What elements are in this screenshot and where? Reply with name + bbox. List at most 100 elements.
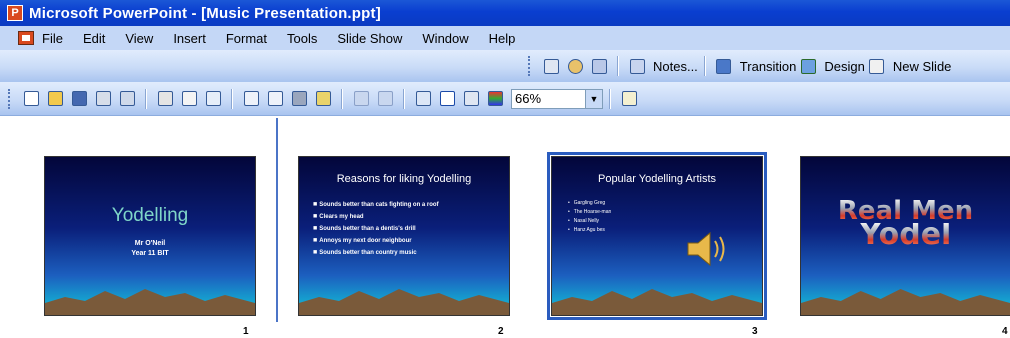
powerpoint-app-icon[interactable]: P: [7, 5, 23, 21]
toolbar-separator: [145, 88, 147, 109]
grid-icon: [463, 91, 479, 106]
title-bar: P Microsoft PowerPoint - [Music Presenta…: [0, 0, 1010, 26]
slide-2-bullet-3: Sounds better than a dentis's drill: [313, 223, 439, 235]
menu-slide-show[interactable]: Slide Show: [337, 31, 402, 46]
menu-view[interactable]: View: [125, 31, 153, 46]
menu-help[interactable]: Help: [489, 31, 516, 46]
hide-slide-icon: [543, 58, 559, 74]
toolbar-grip[interactable]: [528, 56, 533, 76]
transition-icon-wrap[interactable]: [714, 56, 734, 76]
mountains-graphic: [299, 289, 509, 315]
mountains-graphic: [45, 289, 255, 315]
expand-all-button[interactable]: [413, 89, 433, 109]
toolbar-separator: [617, 56, 619, 76]
new-slide-button[interactable]: New Slide: [893, 59, 952, 74]
copy-icon: [267, 91, 283, 106]
slide-2-bullet-4: Annoys my next door neighbour: [313, 235, 439, 247]
mountains-graphic: [552, 289, 762, 315]
permission-icon: [95, 91, 111, 106]
transition-icon: [716, 58, 732, 74]
new-button[interactable]: [21, 89, 41, 109]
design-button[interactable]: Design: [824, 59, 864, 74]
slide-thumbnail-1[interactable]: Yodelling Mr O'Neil Year 11 BIT: [44, 156, 256, 316]
slide-4-wordart-line-2: Yodel: [801, 220, 1010, 250]
paintbrush-icon: [315, 91, 331, 106]
save-button[interactable]: [69, 89, 89, 109]
design-icon-wrap[interactable]: [798, 56, 818, 76]
slide-3-bullet-2: The Hoarse-man: [568, 208, 612, 217]
slide-thumbnail-2[interactable]: Reasons for liking Yodelling Sounds bett…: [298, 156, 510, 316]
undo-button[interactable]: [351, 89, 371, 109]
show-grid-button[interactable]: [461, 89, 481, 109]
slide-2-bullet-1: Sounds better than cats fighting on a ro…: [313, 199, 438, 211]
paste-icon: [291, 91, 307, 106]
help-icon: [621, 91, 637, 106]
slide-1-subtitle-line-1: Mr O'Neil: [134, 240, 166, 247]
slide-thumbnail-4[interactable]: Real Men Yodel: [800, 156, 1010, 316]
scissors-icon: [243, 91, 259, 106]
timings-icon: [591, 58, 607, 74]
rehearse-timings-button[interactable]: [589, 56, 609, 76]
slide-3-bullet-4: Hanz Agu bes: [568, 226, 611, 235]
notes-icon: [629, 58, 645, 74]
toolbar-grip[interactable]: [8, 88, 13, 109]
paste-button[interactable]: [289, 89, 309, 109]
email-icon: [119, 91, 135, 106]
slide-3-bullet-3: Nasal Nelly: [568, 217, 611, 226]
help-button[interactable]: [619, 89, 639, 109]
chevron-down-icon[interactable]: ▼: [585, 89, 602, 108]
slide-number-1: 1: [243, 326, 249, 337]
show-formatting-button[interactable]: [437, 89, 457, 109]
sound-icon[interactable]: [686, 229, 730, 269]
toolbar-separator: [231, 88, 233, 109]
slide-2-bullet-5: Sounds better than country music: [313, 247, 439, 259]
slide-1-title: Yodelling: [111, 205, 189, 226]
slide-2-title: Reasons for liking Yodelling: [336, 173, 472, 185]
menu-edit[interactable]: Edit: [83, 31, 105, 46]
undo-icon: [353, 91, 369, 106]
email-button[interactable]: [117, 89, 137, 109]
permission-button[interactable]: [93, 89, 113, 109]
print-preview-button[interactable]: [179, 89, 199, 109]
slide-3-title: Popular Yodelling Artists: [597, 173, 717, 185]
design-icon: [800, 58, 816, 74]
menu-file[interactable]: File: [42, 31, 63, 46]
toolbar-separator: [341, 88, 343, 109]
cut-button[interactable]: [241, 89, 261, 109]
slide-3-bullet-1: Gargling Greg: [568, 199, 611, 208]
slide-number-3: 3: [752, 326, 758, 337]
redo-button[interactable]: [375, 89, 395, 109]
mountains-graphic: [801, 289, 1010, 315]
print-button[interactable]: [155, 89, 175, 109]
open-folder-icon: [47, 91, 63, 106]
menu-format[interactable]: Format: [226, 31, 267, 46]
transition-button[interactable]: Transition: [740, 59, 797, 74]
print-preview-icon: [181, 91, 197, 106]
menu-insert[interactable]: Insert: [173, 31, 206, 46]
notes-button-icon-wrap[interactable]: [627, 56, 647, 76]
color-grayscale-button[interactable]: [485, 89, 505, 109]
formatting-icon: [439, 91, 455, 106]
new-document-icon: [23, 91, 39, 106]
expand-all-icon: [415, 91, 431, 106]
menu-bar: File Edit View Insert Format Tools Slide…: [0, 26, 1010, 50]
slide-thumbnail-3[interactable]: Popular Yodelling Artists Gargling Greg …: [547, 152, 767, 320]
document-icon[interactable]: [18, 31, 34, 45]
summary-slide-button[interactable]: [565, 56, 585, 76]
slide-2-bullets: Sounds better than cats fighting on a ro…: [313, 199, 439, 259]
color-grayscale-icon: [487, 91, 503, 106]
open-button[interactable]: [45, 89, 65, 109]
zoom-value: 66%: [515, 91, 542, 106]
spelling-button[interactable]: [203, 89, 223, 109]
menu-tools[interactable]: Tools: [287, 31, 317, 46]
toolbar-separator: [403, 88, 405, 109]
copy-button[interactable]: [265, 89, 285, 109]
format-painter-button[interactable]: [313, 89, 333, 109]
slide-number-2: 2: [498, 326, 504, 337]
notes-button[interactable]: Notes...: [653, 59, 698, 74]
menu-window[interactable]: Window: [422, 31, 468, 46]
spelling-icon: [205, 91, 221, 106]
new-slide-icon-wrap[interactable]: [867, 56, 887, 76]
zoom-select[interactable]: 66% ▼: [511, 88, 603, 109]
hide-slide-button[interactable]: [541, 56, 561, 76]
